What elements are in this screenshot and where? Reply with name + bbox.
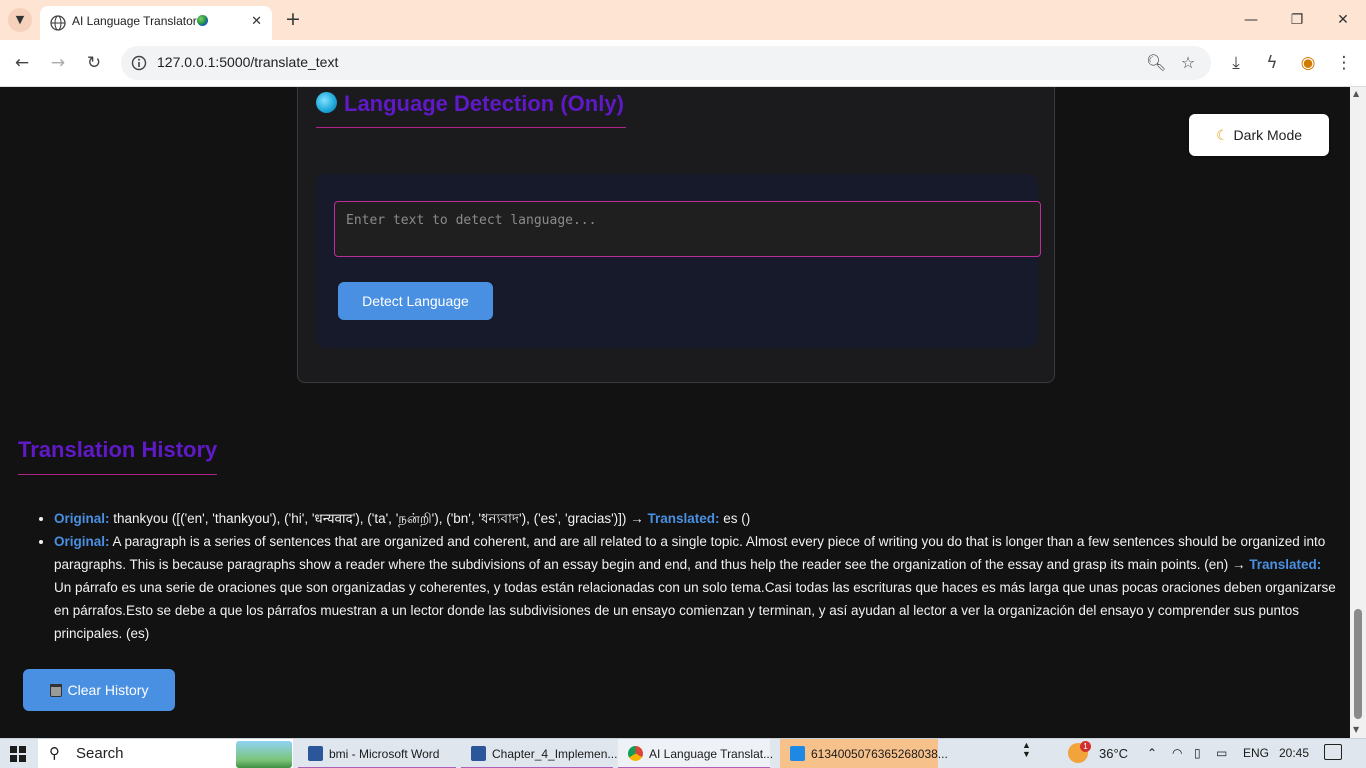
history-item: Original: thankyou ([('en', 'thankyou'),… (54, 507, 1339, 530)
word-icon (308, 746, 323, 761)
page-scrollbar[interactable]: ▲ ▼ (1350, 87, 1366, 738)
original-label: Original: (54, 534, 110, 549)
tab-search-icon[interactable]: ▼ (8, 8, 32, 32)
taskbar-item-label: Chapter_4_Implemen... (492, 747, 618, 761)
zoom-icon[interactable]: 🔍︎ (1146, 54, 1166, 72)
forward-button[interactable]: → (46, 51, 70, 75)
history-list: Original: thankyou ([('en', 'thankyou'),… (54, 507, 1339, 645)
original-text: thankyou ([('en', 'thankyou'), ('hi', 'ध… (113, 511, 644, 526)
taskbar-item-label: bmi - Microsoft Word (329, 747, 440, 761)
language-detection-heading: Language Detection (Only) (316, 91, 626, 128)
taskbar-word-chapter4[interactable]: Chapter_4_Implemen... (461, 739, 617, 768)
taskbar-chrome-translator[interactable]: AI Language Translat... (618, 739, 774, 768)
clear-history-button[interactable]: Clear History (23, 669, 175, 711)
device-icon[interactable]: ▯ (1194, 746, 1201, 760)
word-icon (471, 746, 486, 761)
tab-close-icon[interactable]: ✕ (251, 14, 262, 29)
wifi-icon[interactable]: ◠ (1172, 746, 1182, 760)
input-language[interactable]: ENG (1243, 746, 1269, 760)
taskbar-overflow-icon[interactable]: ▲ ▼ (1022, 741, 1031, 759)
translation-history-title: Translation History (18, 437, 218, 475)
search-icon: ⚲ (49, 744, 60, 762)
detect-text-input[interactable] (334, 201, 1041, 257)
address-bar[interactable]: 127.0.0.1:5000/translate_text 🔍︎ ☆ (121, 46, 1211, 80)
page-content: Language Detection (Only) Detect Languag… (0, 87, 1350, 738)
taskbar-image-viewer[interactable]: 6134005076365268038... (780, 739, 948, 768)
clock-time[interactable]: 20:45 (1279, 746, 1309, 760)
language-detection-card: Language Detection (Only) Detect Languag… (297, 87, 1055, 383)
restore-button[interactable]: ❐ (1282, 8, 1312, 32)
translated-label: Translated: (1249, 557, 1322, 572)
close-window-button[interactable]: ✕ (1328, 8, 1358, 32)
minimize-button[interactable]: — (1236, 8, 1266, 32)
chrome-menu-icon[interactable]: ⋮ (1332, 51, 1356, 75)
download-icon[interactable]: ⤓ (1224, 51, 1248, 75)
browser-toolbar: ← → ↻ 127.0.0.1:5000/translate_text 🔍︎ ☆… (0, 40, 1366, 87)
windows-taskbar: ⚲ Search bmi - Microsoft Word Chapter_4_… (0, 738, 1366, 768)
globe-icon (316, 92, 337, 113)
dark-mode-label: Dark Mode (1233, 127, 1303, 143)
url-text[interactable]: 127.0.0.1:5000/translate_text (157, 54, 338, 70)
scroll-down-icon[interactable]: ▼ (1353, 725, 1359, 734)
photos-icon (790, 746, 805, 761)
tab-ai-language-translator[interactable]: AI Language Translator ✕ (40, 6, 272, 40)
earth-emoji-icon (196, 15, 208, 26)
tray-chevron-icon[interactable]: ⌃ (1147, 746, 1157, 760)
battery-icon[interactable]: ▭ (1216, 746, 1227, 760)
site-info-icon[interactable] (131, 55, 147, 71)
search-label: Search (76, 745, 124, 762)
bookmark-star-icon[interactable]: ☆ (1179, 54, 1197, 72)
taskbar-word-bmi[interactable]: bmi - Microsoft Word (298, 739, 456, 768)
translated-label: Translated: (647, 511, 720, 526)
notifications-icon[interactable] (1324, 744, 1342, 760)
profile-icon[interactable]: ◉ (1296, 51, 1320, 75)
search-highlight-image (236, 741, 292, 768)
chrome-globe-icon (50, 15, 66, 31)
trash-icon (49, 684, 62, 697)
weather-badge: 1 (1080, 741, 1091, 752)
windows-start-icon[interactable] (10, 746, 26, 762)
back-button[interactable]: ← (10, 51, 34, 75)
detection-panel: Detect Language (316, 174, 1041, 348)
tab-title: AI Language Translator (72, 14, 208, 28)
browser-tabstrip: ▼ AI Language Translator ✕ + — ❐ ✕ (0, 0, 1366, 40)
weather-temperature[interactable]: 36°C (1099, 746, 1128, 761)
scroll-up-icon[interactable]: ▲ (1353, 89, 1359, 98)
clear-history-label: Clear History (67, 682, 149, 698)
original-label: Original: (54, 511, 110, 526)
language-detection-title: Language Detection (Only) (344, 91, 624, 116)
taskbar-search[interactable]: ⚲ Search (38, 739, 293, 768)
detect-language-button[interactable]: Detect Language (338, 282, 493, 320)
taskbar-item-label: AI Language Translat... (649, 747, 774, 761)
reload-button[interactable]: ↻ (82, 51, 106, 75)
new-tab-button[interactable]: + (282, 8, 304, 30)
taskbar-item-label: 6134005076365268038... (811, 747, 948, 761)
moon-icon: ☾ (1215, 127, 1229, 143)
dark-mode-toggle[interactable]: ☾ Dark Mode (1189, 114, 1329, 156)
scroll-thumb[interactable] (1354, 609, 1362, 719)
translated-text: es () (723, 511, 751, 526)
original-text: A paragraph is a series of sentences tha… (54, 534, 1326, 572)
translated-text: Un párrafo es una serie de oraciones que… (54, 580, 1336, 641)
performance-icon[interactable]: ϟ (1260, 51, 1284, 75)
chrome-icon (628, 746, 643, 761)
history-item: Original: A paragraph is a series of sen… (54, 530, 1339, 645)
